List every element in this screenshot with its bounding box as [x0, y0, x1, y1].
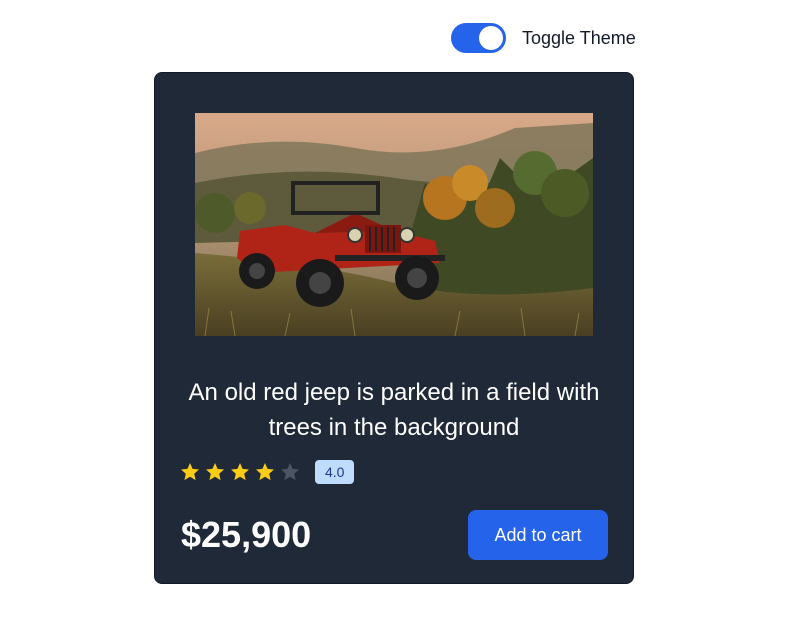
product-image [195, 113, 593, 336]
product-price: $25,900 [181, 514, 312, 555]
star-filled-icon [206, 463, 224, 481]
rating-badge: 4.0 [315, 460, 355, 484]
theme-toggle-switch[interactable] [451, 23, 506, 53]
theme-toggle-label: Toggle Theme [522, 27, 636, 48]
star-empty-icon [281, 463, 299, 481]
page: Toggle Theme An old red jeep is parked i… [0, 0, 793, 619]
star-filled-icon [181, 463, 199, 481]
star-filled-icon [231, 463, 249, 481]
product-title: An old red jeep is parked in a field wit… [188, 379, 600, 441]
rating-row: 4.0 [180, 459, 355, 485]
add-to-cart-button[interactable]: Add to cart [468, 510, 608, 560]
toggle-knob [479, 26, 503, 50]
product-card: An old red jeep is parked in a field wit… [154, 72, 634, 584]
star-filled-icon [256, 463, 274, 481]
theme-toggle-row: Toggle Theme [451, 23, 636, 53]
